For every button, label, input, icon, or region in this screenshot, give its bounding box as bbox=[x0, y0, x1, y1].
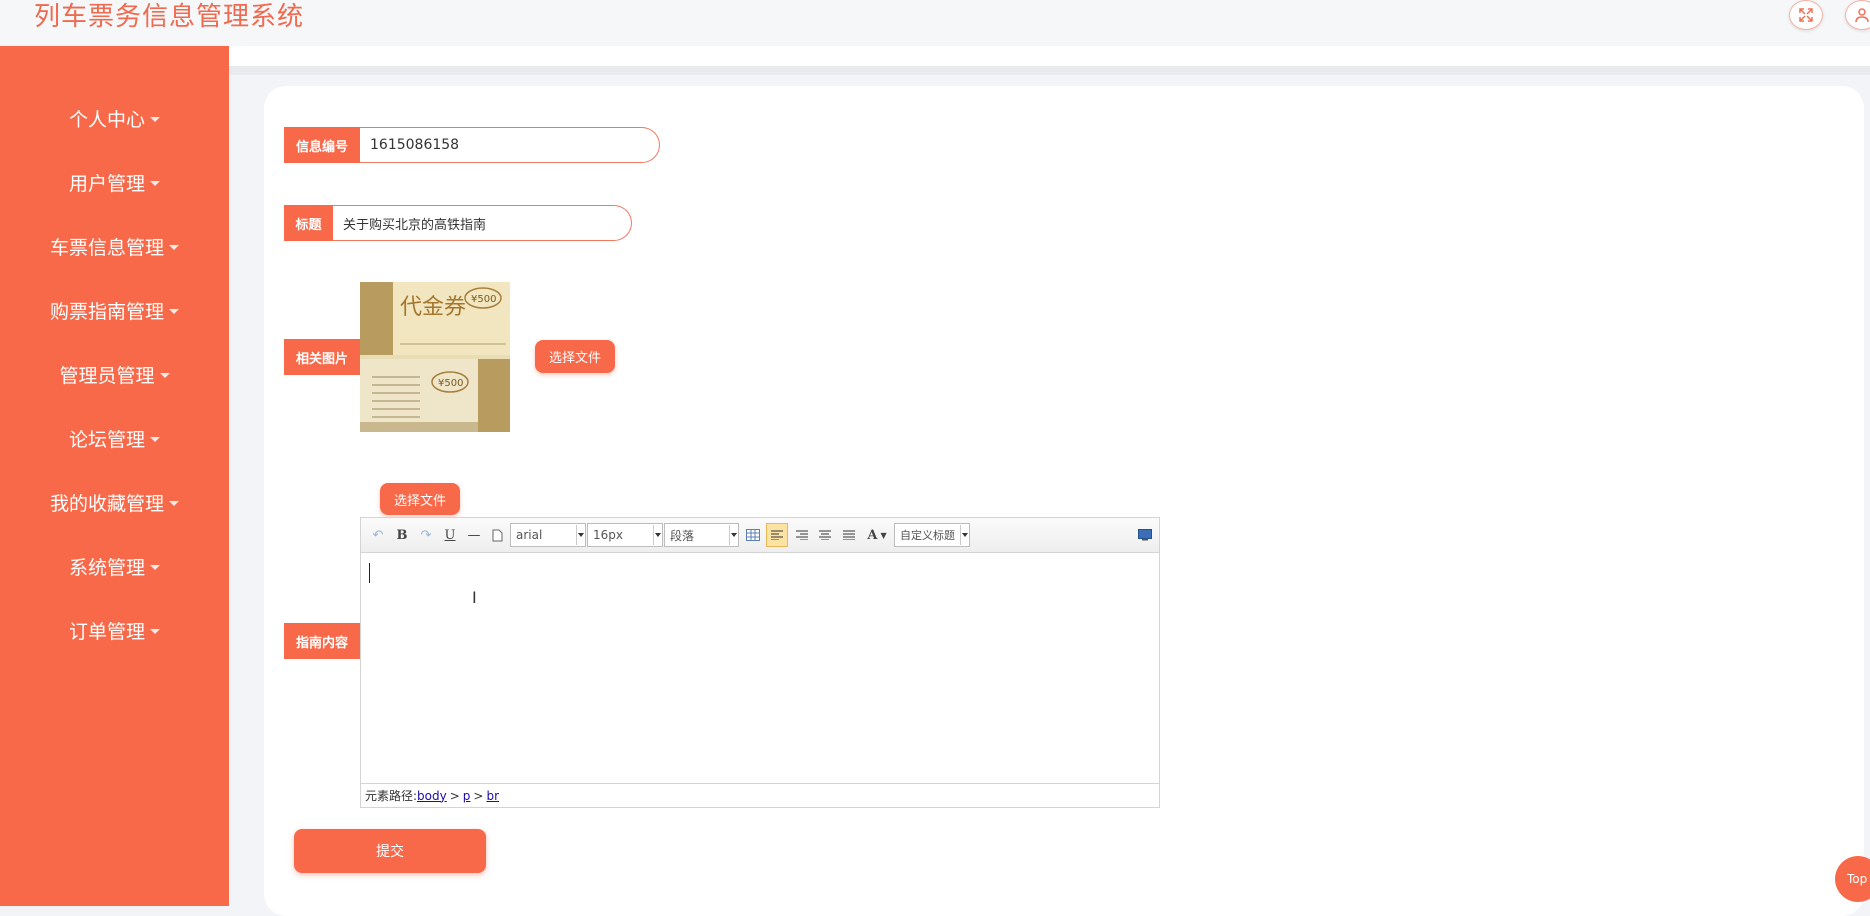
info-no-field[interactable]: 1615086158 bbox=[360, 127, 660, 163]
table-icon[interactable] bbox=[745, 526, 761, 544]
sidebar-item-label: 系统管理 bbox=[68, 556, 145, 579]
path-body-link[interactable]: body bbox=[417, 789, 447, 803]
choose-file-button[interactable]: 选择文件 bbox=[380, 483, 460, 515]
sidebar-item-label: 用户管理 bbox=[68, 172, 145, 195]
sidebar-item-forum[interactable]: 论坛管理 bbox=[0, 418, 229, 458]
svg-text:¥500: ¥500 bbox=[438, 378, 463, 389]
caret-down-icon bbox=[150, 564, 160, 570]
title-field[interactable]: 关于购买北京的高铁指南 bbox=[333, 205, 632, 241]
text-cursor bbox=[369, 563, 370, 583]
font-size-select[interactable]: 16px bbox=[587, 523, 663, 547]
align-right-icon[interactable] bbox=[794, 526, 810, 544]
align-center-icon[interactable] bbox=[817, 526, 833, 544]
fullscreen-icon[interactable] bbox=[1789, 0, 1823, 30]
font-family-select[interactable]: arial bbox=[510, 523, 586, 547]
align-justify-icon[interactable] bbox=[841, 526, 857, 544]
svg-text:代金券: 代金券 bbox=[400, 295, 466, 320]
path-br-link[interactable]: br bbox=[486, 789, 499, 803]
caret-down-icon bbox=[169, 500, 179, 506]
caret-down-icon bbox=[150, 116, 160, 122]
undo-icon[interactable]: ↶ bbox=[370, 526, 386, 544]
divider bbox=[229, 66, 1870, 75]
font-size-value: 16px bbox=[593, 528, 623, 542]
align-left-icon[interactable] bbox=[766, 523, 788, 547]
custom-title-value: 自定义标题 bbox=[900, 529, 955, 542]
user-icon[interactable] bbox=[1845, 0, 1870, 30]
caret-down-icon bbox=[169, 244, 179, 250]
editor-toolbar: ↶ B ↷ U — arial 16px 段落 A ▼ 自定义标题 bbox=[361, 518, 1159, 553]
element-path-bar: 元素路径: body > p > br bbox=[361, 783, 1159, 807]
sidebar-item-label: 管理员管理 bbox=[59, 364, 155, 387]
chevron-down-icon bbox=[962, 533, 968, 537]
path-separator: > bbox=[473, 788, 484, 803]
sidebar-item-personal-center[interactable]: 个人中心 bbox=[0, 98, 229, 138]
sidebar-item-label: 车票信息管理 bbox=[49, 236, 164, 259]
caret-down-icon bbox=[150, 180, 160, 186]
image-label: 相关图片 bbox=[284, 339, 360, 375]
paragraph-value: 段落 bbox=[670, 528, 695, 543]
redo-icon[interactable]: ↷ bbox=[418, 526, 434, 544]
horizontal-rule-icon[interactable]: — bbox=[466, 526, 482, 544]
chevron-down-icon bbox=[578, 533, 584, 537]
sidebar-item-tickets[interactable]: 车票信息管理 bbox=[0, 226, 229, 266]
sidebar-item-admins[interactable]: 管理员管理 bbox=[0, 354, 229, 394]
choose-image-button[interactable]: 选择文件 bbox=[535, 340, 615, 373]
chevron-down-icon bbox=[655, 533, 661, 537]
breadcrumb-bar bbox=[229, 46, 1870, 66]
path-prefix: 元素路径: bbox=[365, 789, 418, 803]
top-bar: 列车票务信息管理系统 bbox=[0, 0, 1870, 46]
sidebar-item-label: 论坛管理 bbox=[68, 428, 145, 451]
font-family-value: arial bbox=[516, 528, 543, 542]
fullscreen-editor-icon[interactable] bbox=[1137, 526, 1153, 544]
caret-down-icon bbox=[169, 308, 179, 314]
chevron-down-icon bbox=[731, 533, 737, 537]
caret-down-icon bbox=[150, 436, 160, 442]
sidebar-item-system[interactable]: 系统管理 bbox=[0, 546, 229, 586]
paragraph-select[interactable]: 段落 bbox=[664, 523, 739, 547]
sidebar-item-label: 购票指南管理 bbox=[49, 300, 164, 323]
app-title: 列车票务信息管理系统 bbox=[34, 2, 305, 32]
svg-text:¥500: ¥500 bbox=[471, 294, 496, 305]
sidebar-item-label: 个人中心 bbox=[68, 108, 145, 131]
custom-title-select[interactable]: 自定义标题 bbox=[894, 523, 970, 547]
sidebar-item-favorites[interactable]: 我的收藏管理 bbox=[0, 482, 229, 522]
rich-text-editor: ↶ B ↷ U — arial 16px 段落 A ▼ 自定义标题 元素路径: … bbox=[360, 517, 1160, 808]
font-color-icon[interactable]: A ▼ bbox=[865, 526, 889, 544]
path-separator: > bbox=[449, 788, 460, 803]
path-p-link[interactable]: p bbox=[463, 789, 471, 803]
sidebar-item-label: 订单管理 bbox=[68, 620, 145, 643]
voucher-image: 代金券 ¥500 ¥500 bbox=[360, 282, 510, 432]
sidebar: 个人中心 用户管理 车票信息管理 购票指南管理 管理员管理 论坛管理 我的收藏管… bbox=[0, 46, 229, 906]
sidebar-item-guides[interactable]: 购票指南管理 bbox=[0, 290, 229, 330]
editor-content-area[interactable] bbox=[361, 553, 1159, 781]
info-no-label: 信息编号 bbox=[284, 127, 360, 163]
content-label: 指南内容 bbox=[284, 623, 360, 659]
ibeam-cursor-icon: I bbox=[472, 588, 477, 607]
underline-icon[interactable]: U bbox=[442, 526, 458, 544]
submit-button[interactable]: 提交 bbox=[294, 829, 486, 873]
caret-down-icon bbox=[150, 628, 160, 634]
sidebar-item-orders[interactable]: 订单管理 bbox=[0, 610, 229, 650]
title-label: 标题 bbox=[284, 205, 333, 241]
bold-icon[interactable]: B bbox=[394, 526, 410, 544]
sidebar-item-label: 我的收藏管理 bbox=[49, 492, 164, 515]
sidebar-item-users[interactable]: 用户管理 bbox=[0, 162, 229, 202]
caret-down-icon bbox=[159, 372, 170, 378]
page-icon[interactable] bbox=[490, 526, 504, 544]
